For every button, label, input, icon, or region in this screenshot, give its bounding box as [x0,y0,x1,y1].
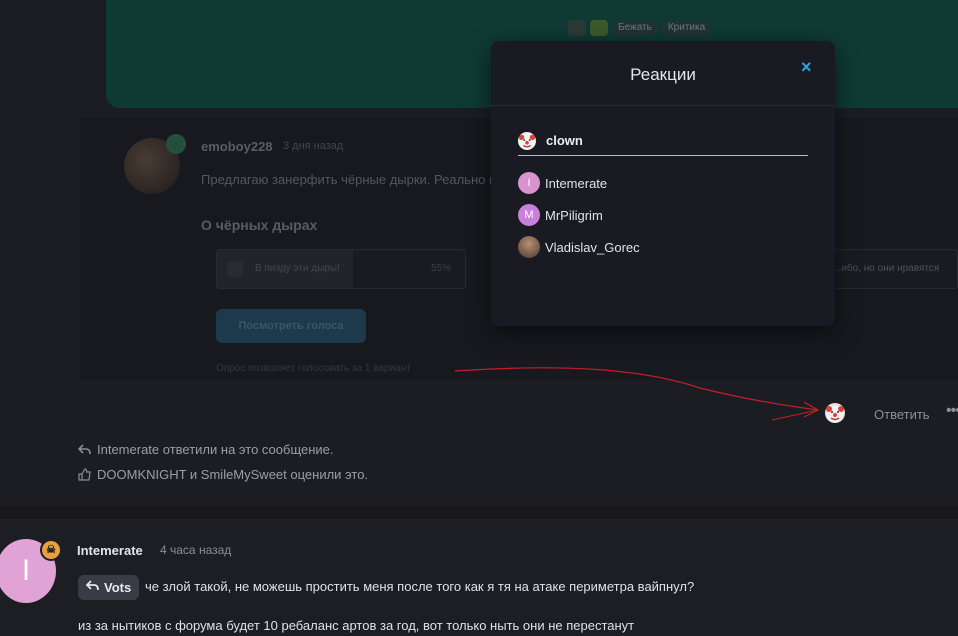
poll-title: О чёрных дырах [201,217,318,233]
poll-option-1-percent: 55% [430,263,451,274]
skull-badge-icon: ☠ [40,539,62,561]
next-post: I ☠ Intemerate 4 часа назад Vots че злой… [0,519,958,636]
reaction-user[interactable]: I Intemerate [518,172,607,194]
view-votes-button[interactable]: Посмотреть голоса [216,309,366,343]
checkbox-icon[interactable] [227,261,243,277]
poll-note: Опрос позволяет голосовать за 1 вариант [216,363,411,374]
reply-arrow-icon [77,443,91,457]
close-icon[interactable]: × [801,57,812,78]
post-username[interactable]: Intemerate [77,543,143,558]
author-username[interactable]: emoboy228 [201,139,273,154]
post-text-line: че злой такой, не можешь простить меня п… [145,579,695,594]
reaction-user[interactable]: Vladislav_Gorec [518,236,640,258]
more-options-icon[interactable]: ••• [946,402,958,420]
liked-text[interactable]: DOOMKNIGHT и SmileMySweet оценили это. [97,467,368,482]
chip-critique[interactable]: Критика [661,20,712,36]
clown-face-icon [518,131,536,150]
replied-notice[interactable]: Intemerate ответили на это сообщение. [77,442,334,457]
tab-clown[interactable]: clown [518,130,808,156]
clown-face-icon[interactable] [825,403,845,423]
post-separator [0,505,958,519]
quote-label: Vots [104,580,132,595]
card-chips: Бежать Критика [568,20,712,36]
user-name[interactable]: Intemerate [545,176,607,191]
user-avatar[interactable]: M [518,204,540,226]
modal-divider [491,105,835,106]
tab-label: clown [546,133,583,148]
chip-run[interactable]: Бежать [612,20,658,36]
user-avatar[interactable]: I [518,172,540,194]
user-name[interactable]: Vladislav_Gorec [545,240,640,255]
reply-arrow-icon [85,580,99,595]
user-avatar[interactable] [518,236,540,258]
poll-option-1[interactable]: В пизду эти дыры! 55% [216,249,466,289]
reactions-modal: Реакции × clown I Intemerate M MrPiligri… [491,41,835,326]
post-time[interactable]: 3 дня назад [283,140,343,152]
quote-reference[interactable]: Vots [78,575,140,600]
poll-option-1-label: В пизду эти дыры! [255,263,340,274]
poll-option-2[interactable]: ...ибо, но они нравятся [824,249,958,289]
author-badge-icon [166,134,186,154]
reply-link[interactable]: Ответить [874,407,930,422]
liked-notice[interactable]: DOOMKNIGHT и SmileMySweet оценили это. [77,467,368,482]
post-time[interactable]: 4 часа назад [160,543,231,557]
post-text-line: из за нытиков с форума будет 10 ребаланс… [78,618,635,633]
thumbs-up-icon [77,468,91,482]
replied-text[interactable]: Intemerate ответили на это сообщение. [97,442,334,457]
check-icon [590,20,608,36]
user-name[interactable]: MrPiligrim [545,208,603,223]
modal-title: Реакции [630,65,696,84]
reaction-user[interactable]: M MrPiligrim [518,204,603,226]
signal-icon [568,20,586,36]
post-text: Предлагаю занерфить чёрные дырки. Реальн… [201,172,504,187]
poll-option-2-label: ...ибо, но они нравятся [833,263,940,274]
